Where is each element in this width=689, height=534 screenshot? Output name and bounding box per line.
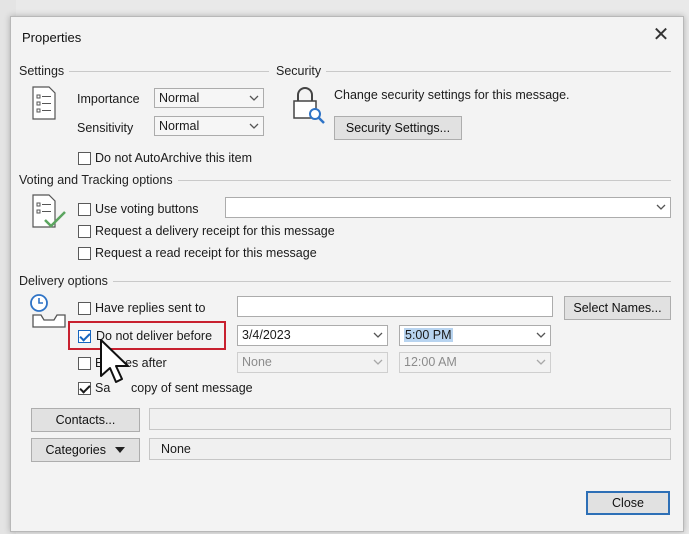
save-copy-label-end: copy of sent message [131,381,253,395]
delivery-title: Delivery options [19,274,113,288]
chevron-down-icon [536,332,546,338]
no-autoarchive-label: Do not AutoArchive this item [95,151,253,165]
deliver-time-select[interactable]: 5:00 PM [399,325,551,346]
importance-value: Normal [159,91,200,105]
voting-list-icon [32,194,66,228]
sensitivity-label: Sensitivity [77,121,134,135]
chevron-down-icon [656,204,666,210]
no-autoarchive-checkbox[interactable] [78,152,91,165]
close-icon[interactable]: ✕ [651,25,671,45]
expires-time-select[interactable]: 12:00 AM [399,352,551,373]
highlight-annotation-box [68,321,226,350]
dialog-title: Properties [22,30,82,45]
chevron-down-icon [249,123,259,129]
categories-button[interactable]: Categories [31,438,140,462]
expires-after-checkbox[interactable] [78,357,91,370]
deliver-time-text: 5:00 PM [404,328,453,342]
caret-down-icon [115,447,126,453]
replies-to-input[interactable] [237,296,553,317]
delivery-receipt-checkbox[interactable] [78,225,91,238]
deliver-date-select[interactable]: 3/4/2023 [237,325,388,346]
chevron-down-icon [536,359,546,365]
categories-field: None [149,438,671,460]
expires-date-select[interactable]: None [237,352,388,373]
use-voting-label: Use voting buttons [95,202,199,216]
have-replies-checkbox[interactable] [78,302,91,315]
importance-select[interactable]: Normal [154,88,264,108]
chevron-down-icon [373,332,383,338]
use-voting-checkbox[interactable] [78,203,91,216]
expires-time-value: 12:00 AM [404,355,457,369]
have-replies-label: Have replies sent to [95,301,206,315]
read-receipt-label: Request a read receipt for this message [95,246,317,260]
expires-date-value: None [242,355,272,369]
chevron-down-icon [249,95,259,101]
security-rule [276,71,671,72]
categories-label: Categories [45,443,106,457]
deliver-date-value: 3/4/2023 [242,328,291,342]
voting-title: Voting and Tracking options [19,173,178,187]
sensitivity-value: Normal [159,119,200,133]
select-names-button[interactable]: Select Names... [564,296,671,320]
save-copy-checkbox[interactable] [78,382,91,395]
security-settings-button[interactable]: Security Settings... [334,116,462,140]
read-receipt-checkbox[interactable] [78,247,91,260]
contacts-button[interactable]: Contacts... [31,408,140,432]
security-title: Security [276,64,327,78]
contacts-input[interactable] [149,408,671,430]
delivery-clock-icon [30,294,66,328]
delivery-receipt-label: Request a delivery receipt for this mess… [95,224,335,238]
deliver-time-value: 5:00 PM [404,328,453,342]
mouse-cursor-icon [100,339,129,383]
settings-title: Settings [19,64,70,78]
properties-dialog: Properties ✕ Settings Importance Normal … [10,16,684,532]
delivery-rule [19,281,671,282]
close-button[interactable]: Close [586,491,670,515]
sensitivity-select[interactable]: Normal [154,116,264,136]
categories-value: None [161,442,191,456]
security-description: Change security settings for this messag… [334,88,570,102]
padlock-icon [293,87,325,124]
importance-label: Importance [77,92,140,106]
chevron-down-icon [373,359,383,365]
settings-list-icon [32,86,56,120]
voting-buttons-select[interactable] [225,197,671,218]
